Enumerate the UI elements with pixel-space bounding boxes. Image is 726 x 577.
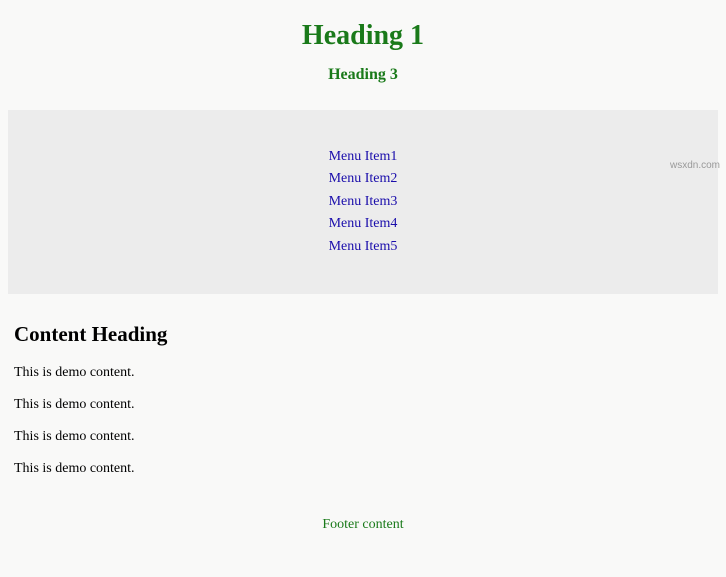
- heading-3: Heading 3: [0, 66, 726, 84]
- content-section: Content Heading This is demo content. Th…: [0, 294, 726, 503]
- footer-text: Footer content: [322, 517, 403, 532]
- menu-item-4[interactable]: Menu Item4: [8, 213, 718, 235]
- watermark: wsxdn.com: [670, 160, 720, 171]
- content-paragraph: This is demo content.: [14, 365, 712, 381]
- menu-item-3[interactable]: Menu Item3: [8, 191, 718, 213]
- menu-item-5[interactable]: Menu Item5: [8, 236, 718, 258]
- content-paragraph: This is demo content.: [14, 397, 712, 413]
- content-heading: Content Heading: [14, 322, 712, 347]
- header: Heading 1 Heading 3: [0, 0, 726, 102]
- content-paragraph: This is demo content.: [14, 461, 712, 477]
- content-paragraph: This is demo content.: [14, 429, 712, 445]
- menu-item-2[interactable]: Menu Item2: [8, 168, 718, 190]
- menu-item-1[interactable]: Menu Item1: [8, 146, 718, 168]
- footer: Footer content: [0, 509, 726, 541]
- menu-nav: Menu Item1 Menu Item2 Menu Item3 Menu It…: [8, 110, 718, 294]
- heading-1: Heading 1: [0, 20, 726, 52]
